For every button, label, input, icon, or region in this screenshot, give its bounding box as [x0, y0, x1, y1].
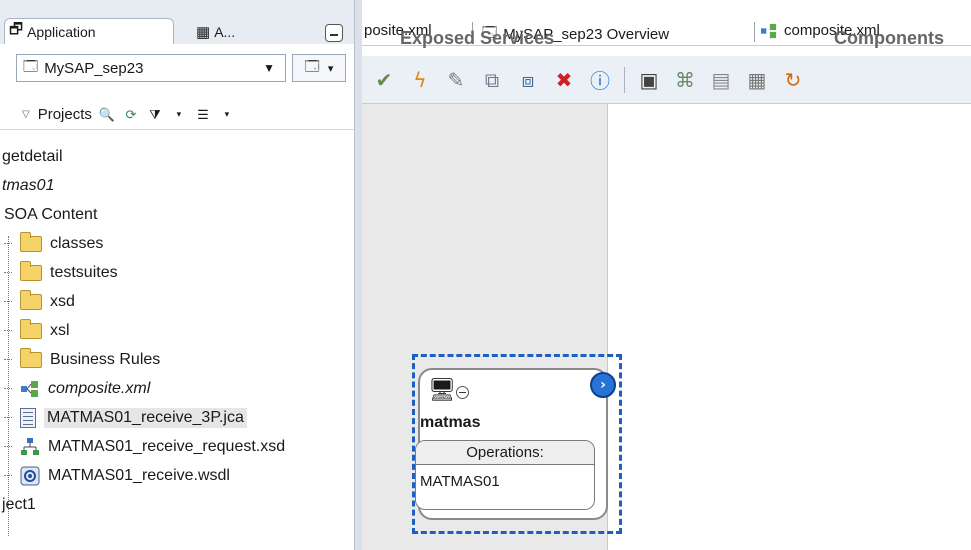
operation-item[interactable]: MATMAS01	[416, 465, 594, 490]
splitter[interactable]	[354, 0, 362, 550]
tree-item-folder[interactable]: xsd	[0, 287, 354, 316]
application-icon: 🗗	[9, 21, 24, 38]
tree-item-label: Business Rules	[50, 350, 161, 368]
chevron-down-icon[interactable]: ▾	[218, 106, 236, 124]
wire-icon[interactable]: ϟ	[408, 68, 432, 92]
collapse-icon[interactable]	[456, 386, 469, 399]
test-icon[interactable]: ▤	[709, 68, 733, 92]
service-name: matmas	[420, 414, 481, 431]
tree-options-icon[interactable]: ☰	[194, 106, 212, 124]
composite-icon	[21, 380, 38, 397]
tree-item-file[interactable]: MATMAS01_receive_request.xsd	[0, 432, 354, 461]
projects-label: Projects	[37, 106, 92, 123]
tree-item-label: xsd	[50, 292, 75, 310]
tree-item-file-selected[interactable]: MATMAS01_receive_3P.jca	[0, 403, 354, 432]
tree-item[interactable]: SOA Content	[0, 200, 354, 229]
chevron-down-icon: ▼	[263, 61, 275, 75]
chevron-down-icon[interactable]: ▾	[170, 106, 188, 124]
operations-header: Operations:	[416, 441, 594, 465]
tree-item-label: xsl	[50, 321, 70, 339]
editor-toolbar: ✔ ϟ ✎ ⧉ ⧈ ✖ ⓘ ▣ ⌘ ▤ ▦ ↻	[362, 56, 971, 104]
application-menu-icon: 🗔	[304, 59, 320, 75]
application-icon: 🗔	[23, 58, 39, 74]
minimize-button[interactable]	[325, 24, 343, 42]
tree-item-label: MATMAS01_receive_3P.jca	[44, 407, 247, 428]
folder-icon	[20, 289, 42, 310]
tree-item-folder[interactable]: classes	[0, 229, 354, 258]
chevron-down-icon: ▾	[327, 61, 334, 75]
components-title: Components	[834, 28, 944, 48]
paste-icon[interactable]: ⧈	[516, 68, 540, 92]
refresh-icon[interactable]: ↻	[781, 68, 805, 92]
tree-item-file[interactable]: composite.xml	[0, 374, 354, 403]
validate-icon[interactable]: ✔	[372, 68, 396, 92]
tree-item-folder[interactable]: testsuites	[0, 258, 354, 287]
application-select[interactable]: 🗔 MySAP_sep23 ▼	[16, 54, 286, 82]
tree-item-label: MATMAS01_receive.wsdl	[48, 466, 230, 484]
tree-item-label: MATMAS01_receive_request.xsd	[48, 437, 286, 455]
tab-resources[interactable]: ▦ A...	[196, 20, 235, 44]
application-navigator: 🗗 Application ▦ A... 🗔 MySAP_sep23 ▼ 🗔 ▾…	[0, 0, 354, 550]
operations-box: Operations: MATMAS01	[415, 440, 595, 510]
layout-icon[interactable]: ⌘	[673, 68, 697, 92]
wsdl-icon	[20, 466, 40, 485]
tree-item-label: testsuites	[50, 263, 118, 281]
filter-icon[interactable]: ⧩	[146, 106, 164, 124]
deploy-icon[interactable]: ▣	[637, 68, 661, 92]
schema-icon	[21, 437, 39, 455]
folder-icon	[20, 318, 42, 339]
composite-icon	[761, 23, 777, 38]
service-arrow-icon[interactable]: ›	[590, 372, 616, 398]
adapter-icon: 🖥	[428, 378, 456, 403]
export-icon[interactable]: ▦	[745, 68, 769, 92]
info-icon[interactable]: ⓘ	[588, 68, 612, 93]
tab-application[interactable]: 🗗 Application	[4, 18, 174, 44]
components-lane	[608, 104, 971, 550]
application-menu-button[interactable]: 🗔 ▾	[292, 54, 346, 82]
copy-icon[interactable]: ⧉	[480, 68, 504, 92]
collapse-triangle-icon[interactable]: ▽	[22, 109, 30, 120]
tree-item-folder[interactable]: xsl	[0, 316, 354, 345]
pen-icon[interactable]: ✎	[444, 68, 468, 92]
tab-resources-label: A...	[214, 24, 236, 40]
project-tree: getdetail tmas01 SOA Content classes tes…	[0, 142, 354, 519]
resource-icon: ▦	[196, 24, 211, 41]
exposed-services-title: Exposed Services	[400, 28, 555, 48]
tree-item-label: SOA Content	[4, 205, 98, 223]
delete-icon[interactable]: ✖	[552, 68, 576, 92]
folder-icon	[20, 347, 42, 368]
tree-item-label: classes	[50, 234, 104, 252]
tree-item[interactable]: tmas01	[0, 171, 354, 200]
folder-icon	[20, 260, 42, 281]
tree-item[interactable]: ject1	[0, 490, 354, 519]
projects-header: ▽ Projects 🔍 ⟳ ⧩ ▾ ☰ ▾	[0, 100, 354, 130]
application-select-row: 🗔 MySAP_sep23 ▼ 🗔 ▾	[0, 44, 354, 90]
tab-application-label: Application	[27, 23, 96, 40]
document-icon	[20, 407, 36, 428]
navigator-tab-strip: 🗗 Application ▦ A...	[0, 0, 354, 44]
search-icon[interactable]: 🔍	[98, 106, 116, 124]
tree-item-folder[interactable]: Business Rules	[0, 345, 354, 374]
tree-item-file[interactable]: MATMAS01_receive.wsdl	[0, 461, 354, 490]
application-select-value: MySAP_sep23	[44, 59, 144, 77]
tree-item-label: getdetail	[2, 147, 63, 165]
tree-item-label: tmas01	[2, 176, 55, 194]
folder-icon	[20, 231, 42, 252]
tree-item-label: composite.xml	[48, 379, 151, 397]
tree-item-label: ject1	[2, 495, 36, 513]
tree-item[interactable]: getdetail	[0, 142, 354, 171]
refresh-icon[interactable]: ⟳	[122, 106, 140, 124]
